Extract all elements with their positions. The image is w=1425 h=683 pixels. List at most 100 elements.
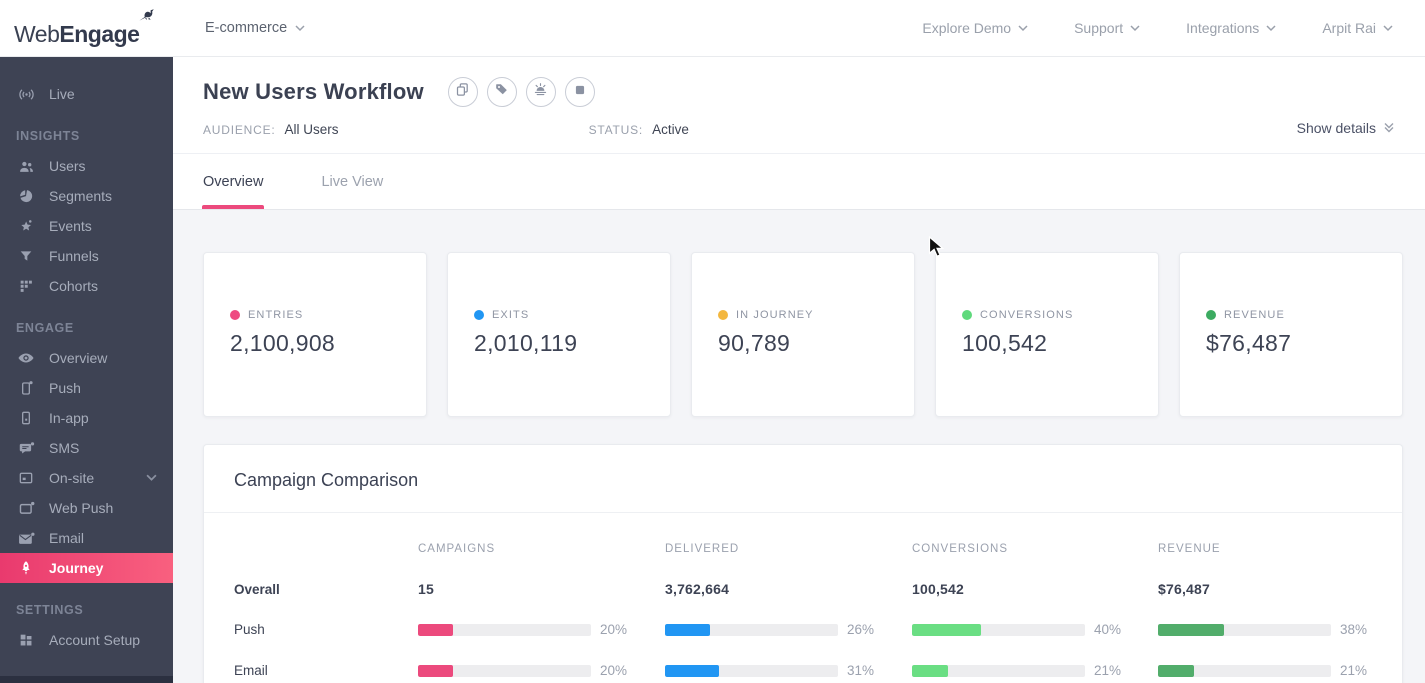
metric-card-exits[interactable]: EXITS 2,010,119 [447,252,671,417]
sidebar-item-label: SMS [49,440,79,456]
chevron-down-icon [1130,25,1140,32]
progress-fill [418,624,453,636]
sidebar-item-live[interactable]: Live [0,79,173,109]
email-delivered-bar: 31% [665,663,912,678]
metric-card-conversions[interactable]: CONVERSIONS 100,542 [935,252,1159,417]
conversions-dot [962,310,972,320]
nav-label: Support [1074,20,1123,36]
progress-track [912,665,1085,677]
sidebar-item-label: Journey [49,560,103,576]
panel-title: Campaign Comparison [204,445,1402,513]
email-revenue-bar: 21% [1158,663,1402,678]
stop-button[interactable] [565,77,595,107]
page-header: New Users Workflow [173,57,1425,210]
metric-cards: ENTRIES 2,100,908 EXITS 2,010,119 [203,252,1403,417]
duplicate-icon [455,82,470,102]
logo-text-light: Web [14,21,59,48]
project-name: E-commerce [205,20,287,36]
progress-fill [418,665,453,677]
progress-track [912,624,1085,636]
progress-fill [912,624,981,636]
percent-label: 20% [600,663,627,678]
progress-track [418,665,591,677]
status-label: STATUS: [589,123,644,137]
sidebar-item-on-site[interactable]: On-site [0,463,173,493]
sunset-icon [532,81,549,103]
metric-card-revenue[interactable]: REVENUE $76,487 [1179,252,1403,417]
campaign-table: CAMPAIGNS DELIVERED CONVERSIONS REVENUE … [204,513,1402,678]
email-campaigns-bar: 20% [418,663,665,678]
chevron-down-icon [1018,25,1028,32]
campaign-comparison-panel: Campaign Comparison CAMPAIGNS DELIVERED … [203,444,1403,683]
overall-delivered: 3,762,664 [665,581,912,597]
percent-label: 20% [600,622,627,637]
sunset-button[interactable] [526,77,556,107]
tab-overview[interactable]: Overview [203,154,263,209]
sidebar-item-funnels[interactable]: Funnels [0,241,173,271]
progress-track [665,624,838,636]
webengage-logo[interactable]: WebEngage [0,9,173,48]
sidebar-item-web-push[interactable]: Web Push [0,493,173,523]
progress-track [1158,665,1331,677]
column-header-delivered: DELIVERED [665,543,912,555]
progress-track [418,624,591,636]
duplicate-button[interactable] [448,77,478,107]
metric-value: 90,789 [718,330,914,357]
row-label: Push [234,622,418,637]
tab-live-view[interactable]: Live View [321,154,383,209]
metric-value: 100,542 [962,330,1158,357]
rocket-icon [16,560,36,576]
nav-user-menu[interactable]: Arpit Rai [1322,20,1393,36]
progress-fill [1158,665,1194,677]
sidebar-item-push[interactable]: Push [0,373,173,403]
metric-card-entries[interactable]: ENTRIES 2,100,908 [203,252,427,417]
nav-integrations[interactable]: Integrations [1186,20,1276,36]
sidebar-item-label: On-site [49,470,94,486]
sidebar-item-label: Push [49,380,81,396]
live-icon [16,86,36,103]
sidebar-item-account-setup[interactable]: Account Setup [0,625,173,655]
project-selector[interactable]: E-commerce [205,20,305,36]
sidebar-item-label: Cohorts [49,278,98,294]
sidebar-item-events[interactable]: Events [0,211,173,241]
audience-label: AUDIENCE: [203,123,276,137]
column-header-conversions: CONVERSIONS [912,543,1158,555]
metric-card-in-journey[interactable]: IN JOURNEY 90,789 [691,252,915,417]
in-journey-dot [718,310,728,320]
status-value: Active [652,122,689,137]
sidebar-item-journey[interactable]: Journey [0,553,173,583]
sidebar-item-label: Segments [49,188,112,204]
on-site-icon [16,470,36,486]
chevron-down-icon [1383,25,1393,32]
tag-button[interactable] [487,77,517,107]
sidebar-item-sms[interactable]: SMS [0,433,173,463]
logo-text-bold: Engage [59,21,139,48]
nav-explore-demo[interactable]: Explore Demo [922,20,1028,36]
sidebar-item-email[interactable]: Email [0,523,173,553]
column-header-campaigns: CAMPAIGNS [418,543,665,555]
show-details-label: Show details [1297,120,1376,136]
sidebar-item-label: Events [49,218,92,234]
show-details-link[interactable]: Show details [1297,120,1395,136]
progress-track [1158,624,1331,636]
sidebar-item-label: Overview [49,350,107,366]
sidebar-item-segments[interactable]: Segments [0,181,173,211]
percent-label: 21% [1340,663,1367,678]
nav-label: Integrations [1186,20,1259,36]
push-icon [16,380,36,396]
overall-revenue: $76,487 [1158,581,1402,597]
exits-dot [474,310,484,320]
metric-label: EXITS [492,309,529,321]
metric-label: ENTRIES [248,309,303,321]
page-title: New Users Workflow [203,79,424,105]
sidebar-item-overview[interactable]: Overview [0,343,173,373]
sidebar-item-label: Email [49,530,84,546]
metric-value: 2,010,119 [474,330,670,357]
sidebar-item-in-app[interactable]: In-app [0,403,173,433]
revenue-dot [1206,310,1216,320]
sidebar-item-users[interactable]: Users [0,151,173,181]
sidebar-item-cohorts[interactable]: Cohorts [0,271,173,301]
nav-support[interactable]: Support [1074,20,1140,36]
chevron-down-icon [146,474,157,482]
table-row-overall: Overall 15 3,762,664 100,542 $76,487 [234,581,1402,597]
